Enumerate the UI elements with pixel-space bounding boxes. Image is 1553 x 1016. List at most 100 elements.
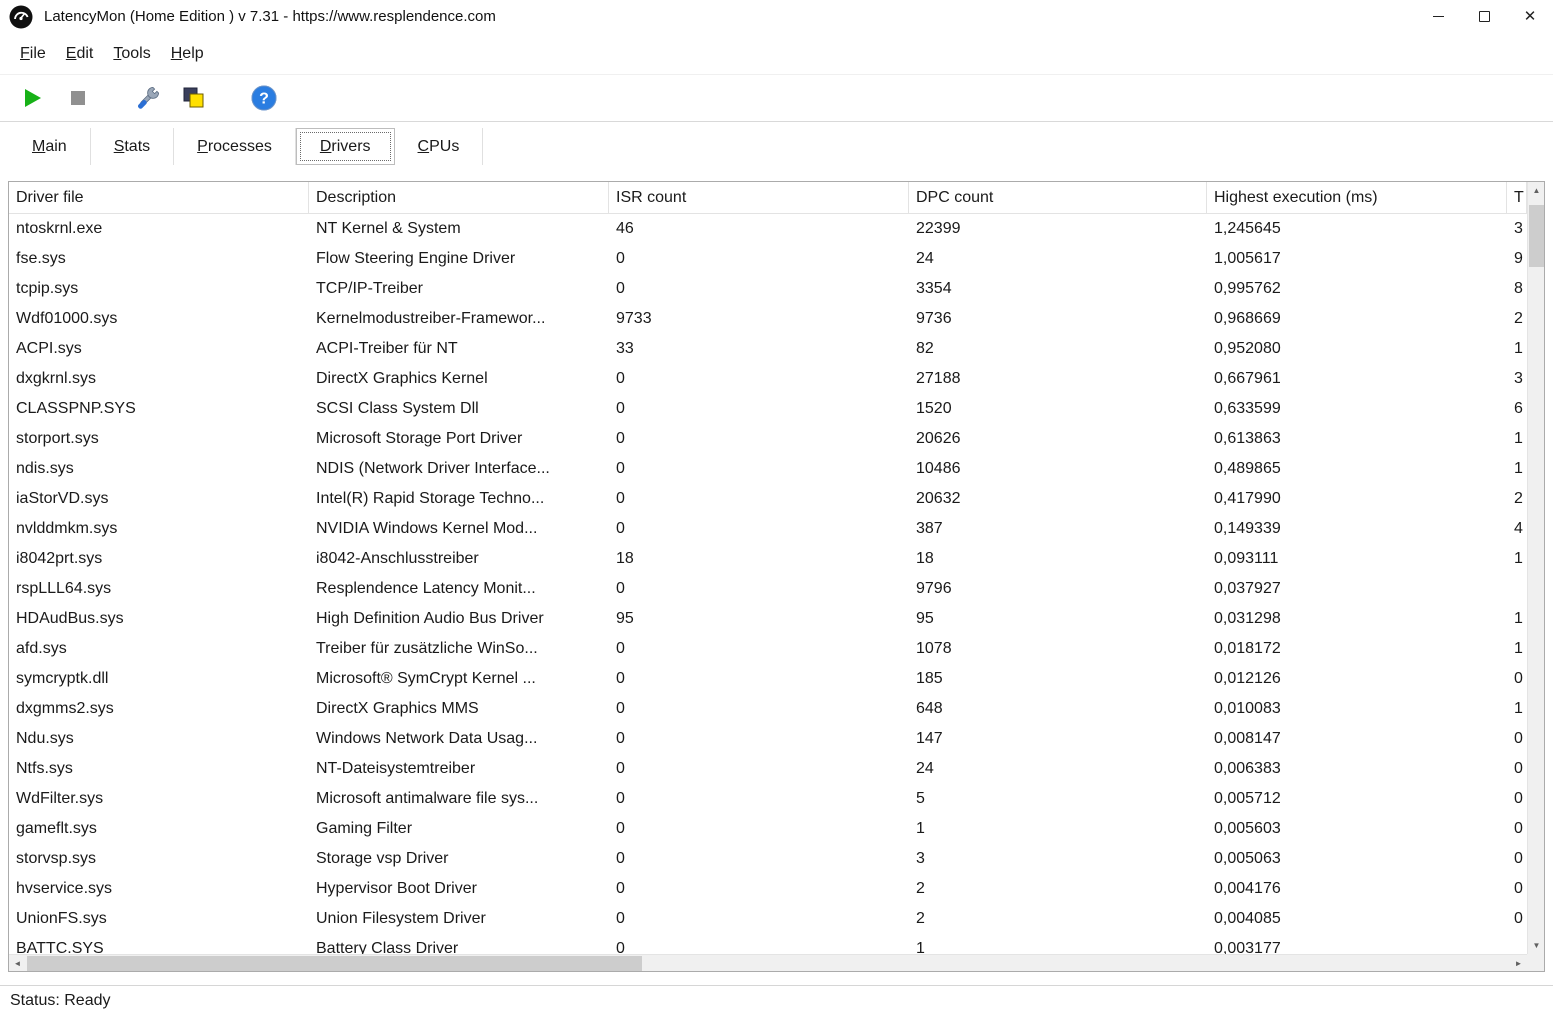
cell-description: Union Filesystem Driver xyxy=(309,904,609,934)
table-row[interactable]: hvservice.sysHypervisor Boot Driver020,0… xyxy=(9,874,1527,904)
table-row[interactable]: ntoskrnl.exeNT Kernel & System46223991,2… xyxy=(9,214,1527,244)
stop-monitor-button[interactable] xyxy=(60,80,96,116)
table-row[interactable]: fse.sysFlow Steering Engine Driver0241,0… xyxy=(9,244,1527,274)
table-row[interactable]: ACPI.sysACPI-Treiber für NT33820,9520801 xyxy=(9,334,1527,364)
cell-isr-count: 0 xyxy=(609,514,909,544)
table-row[interactable]: dxgmms2.sysDirectX Graphics MMS06480,010… xyxy=(9,694,1527,724)
scroll-up-icon[interactable]: ▲ xyxy=(1528,182,1545,199)
table-row[interactable]: symcryptk.dllMicrosoft® SymCrypt Kernel … xyxy=(9,664,1527,694)
horizontal-scrollbar[interactable]: ◄ ► xyxy=(9,954,1527,971)
cell-dpc-count: 27188 xyxy=(909,364,1207,394)
table-row[interactable]: nvlddmkm.sysNVIDIA Windows Kernel Mod...… xyxy=(9,514,1527,544)
toolbar: ? xyxy=(0,75,1553,122)
cell-driver-file: iaStorVD.sys xyxy=(9,484,309,514)
help-button[interactable]: ? xyxy=(246,80,282,116)
tab-processes[interactable]: Processes xyxy=(174,128,296,165)
column-header-driver-file[interactable]: Driver file xyxy=(9,182,309,213)
table-row[interactable]: CLASSPNP.SYSSCSI Class System Dll015200,… xyxy=(9,394,1527,424)
table-row[interactable]: WdFilter.sysMicrosoft antimalware file s… xyxy=(9,784,1527,814)
column-header-highest-execution[interactable]: Highest execution (ms) xyxy=(1207,182,1507,213)
cell-highest-execution: 0,004085 xyxy=(1207,904,1507,934)
cell-total-execution: 8 xyxy=(1507,274,1527,304)
column-header-total-execution[interactable]: T xyxy=(1507,182,1527,213)
scroll-down-icon[interactable]: ▼ xyxy=(1528,937,1545,954)
table-row[interactable]: storport.sysMicrosoft Storage Port Drive… xyxy=(9,424,1527,454)
cell-total-execution: 1 xyxy=(1507,424,1527,454)
table-row[interactable]: rspLLL64.sysResplendence Latency Monit..… xyxy=(9,574,1527,604)
cell-total-execution: 9 xyxy=(1507,244,1527,274)
title-bar: LatencyMon (Home Edition ) v 7.31 - http… xyxy=(0,0,1553,33)
cell-description: SCSI Class System Dll xyxy=(309,394,609,424)
start-monitor-button[interactable] xyxy=(14,80,50,116)
cell-highest-execution: 0,952080 xyxy=(1207,334,1507,364)
tab-drivers[interactable]: Drivers xyxy=(296,128,395,165)
cell-total-execution: 1 xyxy=(1507,694,1527,724)
table-row[interactable]: Ntfs.sysNT-Dateisystemtreiber0240,006383… xyxy=(9,754,1527,784)
cell-total-execution: 1 xyxy=(1507,634,1527,664)
layered-windows-icon xyxy=(181,85,207,111)
cell-isr-count: 0 xyxy=(609,454,909,484)
windows-button[interactable] xyxy=(176,80,212,116)
column-header-isr-count[interactable]: ISR count xyxy=(609,182,909,213)
close-button[interactable]: ✕ xyxy=(1507,0,1553,33)
vertical-scrollbar[interactable]: ▲ ▼ xyxy=(1527,182,1544,954)
menu-help[interactable]: Help xyxy=(161,41,214,67)
cell-description: Kernelmodustreiber-Framewor... xyxy=(309,304,609,334)
minimize-button[interactable] xyxy=(1415,0,1461,33)
scroll-right-icon[interactable]: ► xyxy=(1510,955,1527,972)
cell-dpc-count: 10486 xyxy=(909,454,1207,484)
cell-isr-count: 0 xyxy=(609,754,909,784)
cell-dpc-count: 9796 xyxy=(909,574,1207,604)
cell-driver-file: hvservice.sys xyxy=(9,874,309,904)
options-button[interactable] xyxy=(130,80,166,116)
menu-file[interactable]: File xyxy=(10,41,56,67)
cell-total-execution: 0 xyxy=(1507,844,1527,874)
window-title: LatencyMon (Home Edition ) v 7.31 - http… xyxy=(44,8,496,25)
table-row[interactable]: tcpip.sysTCP/IP-Treiber033540,9957628 xyxy=(9,274,1527,304)
cell-driver-file: storvsp.sys xyxy=(9,844,309,874)
cell-description: Treiber für zusätzliche WinSo... xyxy=(309,634,609,664)
minimize-icon xyxy=(1433,16,1444,17)
table-row[interactable]: i8042prt.sysi8042-Anschlusstreiber18180,… xyxy=(9,544,1527,574)
cell-driver-file: afd.sys xyxy=(9,634,309,664)
cell-isr-count: 0 xyxy=(609,814,909,844)
table-row[interactable]: ndis.sysNDIS (Network Driver Interface..… xyxy=(9,454,1527,484)
cell-isr-count: 18 xyxy=(609,544,909,574)
menu-edit[interactable]: Edit xyxy=(56,41,104,67)
cell-dpc-count: 20626 xyxy=(909,424,1207,454)
cell-dpc-count: 147 xyxy=(909,724,1207,754)
table-row[interactable]: HDAudBus.sysHigh Definition Audio Bus Dr… xyxy=(9,604,1527,634)
cell-description: Windows Network Data Usag... xyxy=(309,724,609,754)
tab-main[interactable]: Main xyxy=(8,128,91,165)
scroll-left-icon[interactable]: ◄ xyxy=(9,955,26,972)
cell-dpc-count: 22399 xyxy=(909,214,1207,244)
tab-cpus[interactable]: CPUs xyxy=(395,128,484,165)
tab-stats[interactable]: Stats xyxy=(91,128,174,165)
table-row[interactable]: gameflt.sysGaming Filter010,0056030 xyxy=(9,814,1527,844)
cell-isr-count: 0 xyxy=(609,244,909,274)
menu-tools[interactable]: Tools xyxy=(103,41,160,67)
table-row[interactable]: Wdf01000.sysKernelmodustreiber-Framewor.… xyxy=(9,304,1527,334)
column-header-dpc-count[interactable]: DPC count xyxy=(909,182,1207,213)
cell-isr-count: 0 xyxy=(609,724,909,754)
table-row[interactable]: UnionFS.sysUnion Filesystem Driver020,00… xyxy=(9,904,1527,934)
cell-dpc-count: 2 xyxy=(909,874,1207,904)
cell-isr-count: 0 xyxy=(609,574,909,604)
cell-dpc-count: 20632 xyxy=(909,484,1207,514)
cell-highest-execution: 0,093111 xyxy=(1207,544,1507,574)
cell-description: DirectX Graphics Kernel xyxy=(309,364,609,394)
column-header-description[interactable]: Description xyxy=(309,182,609,213)
table-row[interactable]: iaStorVD.sysIntel(R) Rapid Storage Techn… xyxy=(9,484,1527,514)
table-row[interactable]: dxgkrnl.sysDirectX Graphics Kernel027188… xyxy=(9,364,1527,394)
cell-dpc-count: 3354 xyxy=(909,274,1207,304)
cell-isr-count: 0 xyxy=(609,904,909,934)
horizontal-scroll-thumb[interactable] xyxy=(27,956,642,971)
vertical-scroll-thumb[interactable] xyxy=(1529,205,1544,267)
scrollbar-corner xyxy=(1527,954,1544,971)
cell-driver-file: ntoskrnl.exe xyxy=(9,214,309,244)
table-row[interactable]: Ndu.sysWindows Network Data Usag...01470… xyxy=(9,724,1527,754)
table-row[interactable]: storvsp.sysStorage vsp Driver030,0050630 xyxy=(9,844,1527,874)
table-row[interactable]: afd.sysTreiber für zusätzliche WinSo...0… xyxy=(9,634,1527,664)
maximize-button[interactable] xyxy=(1461,0,1507,33)
cell-driver-file: rspLLL64.sys xyxy=(9,574,309,604)
